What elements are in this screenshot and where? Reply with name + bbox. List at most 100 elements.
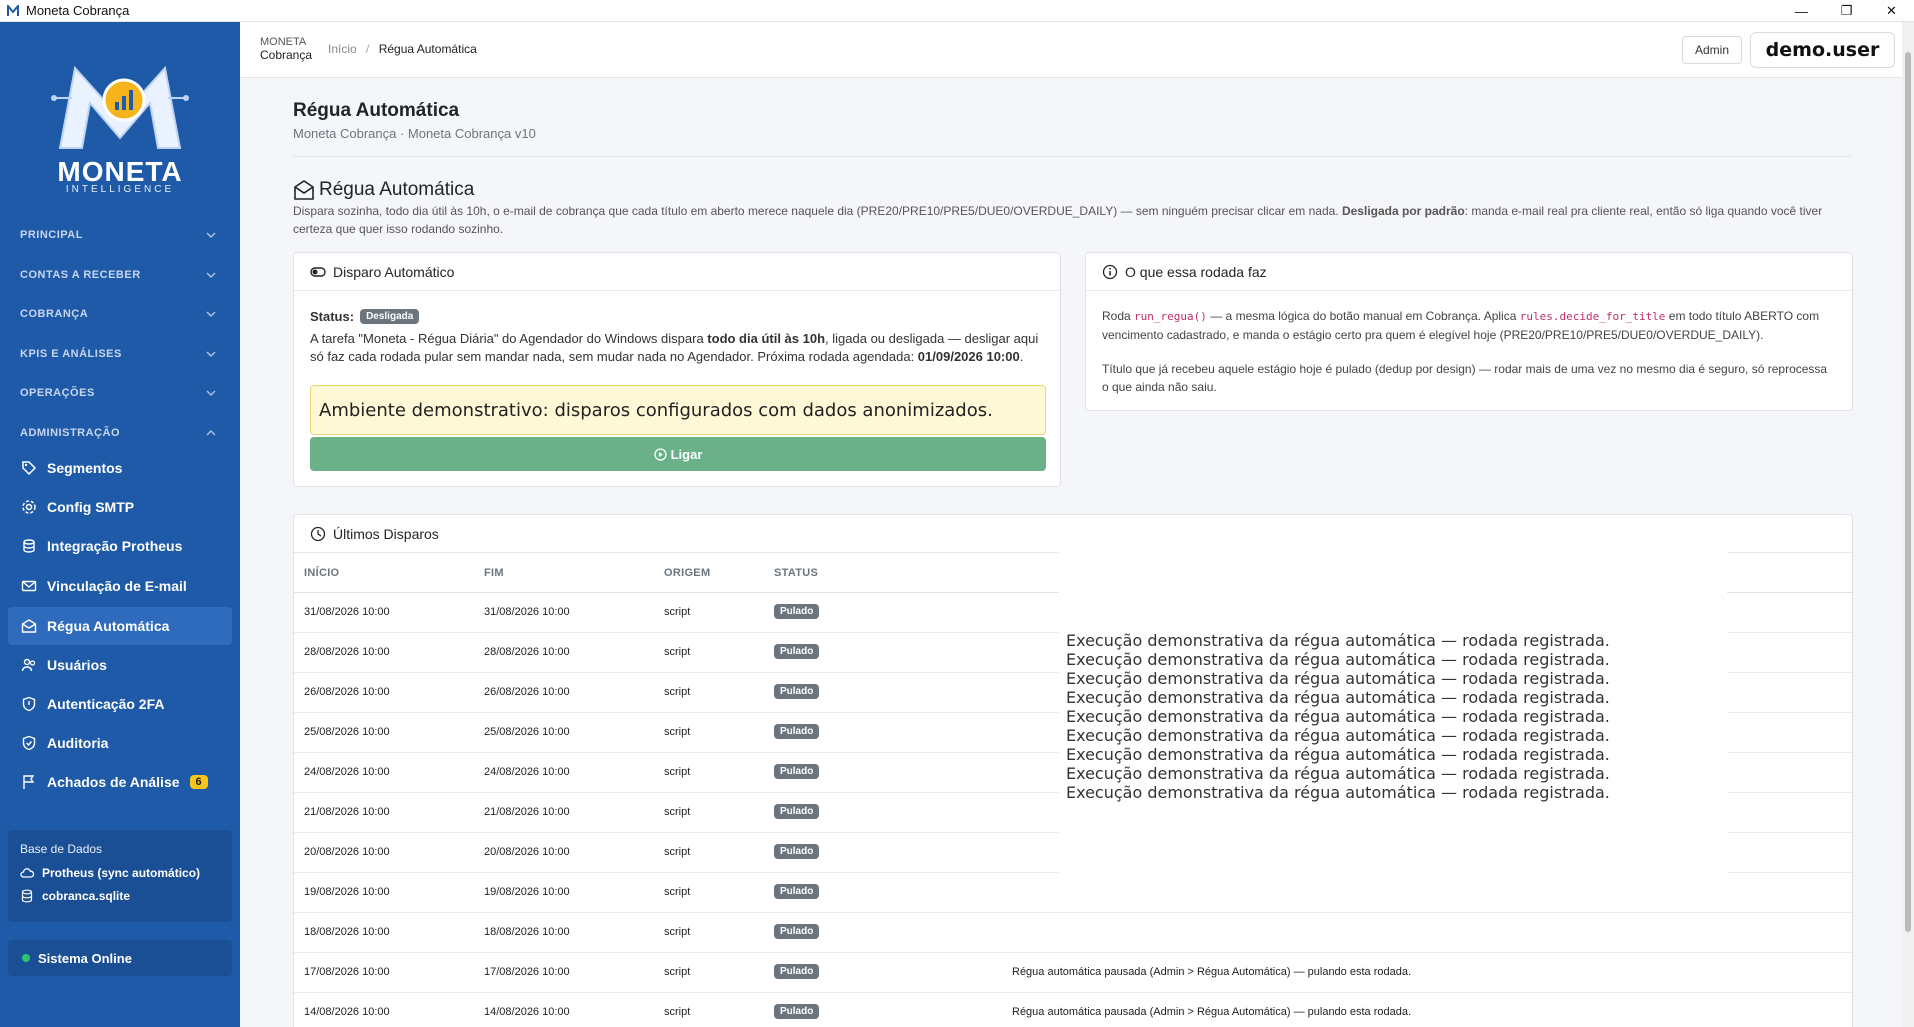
close-button[interactable]: ✕ <box>1869 0 1914 22</box>
nav-section-operacoes[interactable]: OPERAÇÕES <box>0 378 240 408</box>
header-brand-bottom: Cobrança <box>260 48 313 62</box>
sidebar-item-segmentos[interactable]: Segmentos <box>8 449 232 487</box>
sidebar-item-integracao-protheus[interactable]: Integração Protheus <box>8 527 232 565</box>
cloud-icon <box>20 868 34 878</box>
admin-button[interactable]: Admin <box>1682 36 1743 64</box>
status-badge: Pulado <box>774 604 820 619</box>
card-body: Roda run_regua() — a mesma lógica do bot… <box>1086 291 1852 412</box>
cell-end: 24/08/2026 10:00 <box>484 766 570 778</box>
cell-end: 21/08/2026 10:00 <box>484 806 570 818</box>
status-badge: Pulado <box>774 684 820 699</box>
nav-section-contas-a-receber[interactable]: CONTAS A RECEBER <box>0 260 240 290</box>
sidebar-item-label: Usuários <box>47 657 107 673</box>
cell-start: 17/08/2026 10:00 <box>304 966 390 978</box>
cell-end: 17/08/2026 10:00 <box>484 966 570 978</box>
cell-end: 19/08/2026 10:00 <box>484 886 570 898</box>
column-header-fim[interactable]: FIM <box>484 567 504 579</box>
description-text: Dispara sozinha, todo dia útil às 10h, o… <box>293 204 1342 218</box>
info-paragraph-1: Roda run_regua() — a mesma lógica do bot… <box>1102 307 1836 344</box>
sidebar-item-label: Segmentos <box>47 460 123 476</box>
demo-log-line: Execução demonstrativa da régua automáti… <box>1066 688 1610 707</box>
column-header-inicio[interactable]: INÍCIO <box>304 567 339 579</box>
card-title: O que essa rodada faz <box>1125 263 1267 280</box>
cell-end: 31/08/2026 10:00 <box>484 606 570 618</box>
table-row: 17/08/2026 10:00 17/08/2026 10:00 script Pu… <box>294 953 1852 993</box>
cell-origin: script <box>664 1006 691 1018</box>
sidebar-item-regua-automatica[interactable]: Régua Automática <box>8 607 232 645</box>
trigger-text: . <box>1019 349 1024 364</box>
info-paragraph-2: Título que já recebeu aquele estágio hoj… <box>1102 362 1828 394</box>
nav-section-label: KPIS E ANÁLISES <box>20 348 122 360</box>
cell-start: 20/08/2026 10:00 <box>304 846 390 858</box>
breadcrumb: Início / Régua Automática <box>328 42 477 56</box>
top-header: MONETA Cobrança Início / Régua Automátic… <box>240 22 1914 78</box>
page-subtitle: Moneta Cobrança · Moneta Cobrança v10 <box>293 126 536 141</box>
cell-origin: script <box>664 766 691 778</box>
nav-section-label: OPERAÇÕES <box>20 387 95 399</box>
window-title: Moneta Cobrança <box>26 3 130 18</box>
sidebar-item-auditoria[interactable]: Auditoria <box>8 724 232 762</box>
sidebar-item-vinculacao-email[interactable]: Vinculação de E-mail <box>8 567 232 605</box>
cell-start: 24/08/2026 10:00 <box>304 766 390 778</box>
status-badge: Pulado <box>774 1004 820 1019</box>
online-dot-icon <box>22 954 30 962</box>
cell-end: 20/08/2026 10:00 <box>484 846 570 858</box>
user-menu[interactable]: demo.user <box>1750 32 1895 68</box>
database-icon <box>20 537 38 555</box>
demo-log-overlay: Execução demonstrativa da régua automáti… <box>1059 541 1727 887</box>
chevron-down-icon <box>206 272 216 279</box>
card-header: O que essa rodada faz <box>1086 253 1852 291</box>
next-run-time: 01/09/2026 10:00 <box>917 349 1020 364</box>
page-title: Régua Automática <box>293 100 460 121</box>
nav-section-kpis[interactable]: KPIS E ANÁLISES <box>0 339 240 369</box>
chevron-down-icon <box>206 390 216 397</box>
sidebar: MONETA INTELLIGENCE PRINCIPAL CONTAS A R… <box>0 22 240 1027</box>
nav-section-administracao[interactable]: ADMINISTRAÇÃO <box>0 418 240 448</box>
database-panel-title: Base de Dados <box>20 842 103 856</box>
system-status: Sistema Online <box>8 940 232 976</box>
database-panel: Base de Dados Protheus (sync automático)… <box>8 830 232 922</box>
status-badge: Pulado <box>774 844 820 859</box>
demo-log-line: Execução demonstrativa da régua automáti… <box>1066 745 1610 764</box>
divider <box>293 156 1851 157</box>
ligar-button-label: Ligar <box>670 446 703 462</box>
info-icon <box>1102 264 1118 279</box>
chevron-down-icon <box>206 351 216 358</box>
cell-end: 25/08/2026 10:00 <box>484 726 570 738</box>
demo-log-line: Execução demonstrativa da régua automáti… <box>1066 726 1610 745</box>
database-source-sqlite: cobranca.sqlite <box>20 889 220 903</box>
mail-open-icon <box>294 180 314 200</box>
database-source-label: cobranca.sqlite <box>42 889 131 903</box>
chevron-down-icon <box>206 311 216 318</box>
sidebar-item-label: Auditoria <box>47 735 109 751</box>
nav-section-cobranca[interactable]: COBRANÇA <box>0 299 240 329</box>
sidebar-item-config-smtp[interactable]: Config SMTP <box>8 488 232 526</box>
sidebar-item-achados-analise[interactable]: Achados de Análise 6 <box>8 763 232 801</box>
code-snippet: run_regua() <box>1134 310 1207 323</box>
nav-section-principal[interactable]: PRINCIPAL <box>0 220 240 250</box>
cell-origin: script <box>664 846 691 858</box>
sidebar-item-label: Régua Automática <box>47 618 170 634</box>
chevron-down-icon <box>206 232 216 239</box>
scrollbar[interactable] <box>1902 22 1914 1027</box>
scrollbar-thumb[interactable] <box>1905 52 1911 932</box>
code-snippet: rules.decide_for_title <box>1519 310 1666 323</box>
section-title-text: Régua Automática <box>319 179 475 200</box>
play-circle-icon <box>653 447 667 461</box>
column-header-status[interactable]: STATUS <box>774 567 818 579</box>
window-controls: — ❐ ✕ <box>1779 0 1914 22</box>
cell-end: 26/08/2026 10:00 <box>484 686 570 698</box>
breadcrumb-current: Régua Automática <box>378 42 477 56</box>
ligar-button[interactable]: Ligar <box>310 437 1046 471</box>
cell-start: 21/08/2026 10:00 <box>304 806 390 818</box>
cell-origin: script <box>664 606 691 618</box>
sidebar-item-autenticacao-2fa[interactable]: Autenticação 2FA <box>8 685 232 723</box>
sidebar-item-usuarios[interactable]: Usuários <box>8 646 232 684</box>
status-badge: Pulado <box>774 724 820 739</box>
clock-history-icon <box>310 526 326 541</box>
maximize-button[interactable]: ❐ <box>1824 0 1869 22</box>
minimize-button[interactable]: — <box>1779 0 1824 22</box>
breadcrumb-home[interactable]: Início <box>328 42 357 56</box>
demo-notice: Ambiente demonstrativo: disparos configu… <box>310 385 1046 435</box>
column-header-origem[interactable]: ORIGEM <box>664 567 710 579</box>
